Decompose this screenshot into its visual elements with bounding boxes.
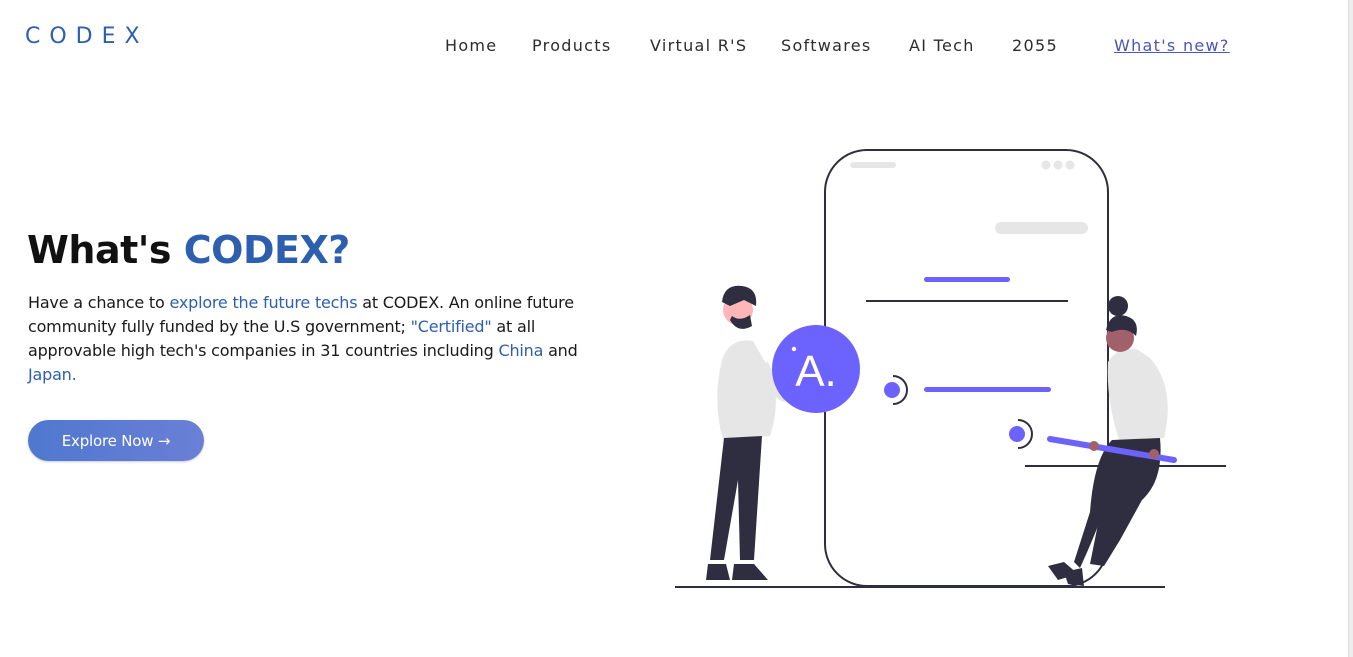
phone-dot — [1065, 160, 1075, 170]
hero-description: Have a chance to explore the future tech… — [28, 291, 588, 387]
phone-dot — [1053, 160, 1063, 170]
nav-item-virtual-rs[interactable]: Virtual R'S — [650, 36, 747, 55]
phone-grey-bar — [995, 222, 1088, 234]
nav-item-2055[interactable]: 2055 — [1012, 36, 1058, 55]
woman-shirt — [1107, 348, 1168, 442]
man-pants — [710, 436, 762, 560]
phone-notch-bar — [850, 162, 896, 168]
a-badge-text: A. — [795, 347, 837, 396]
hero-text-part: Have a chance to — [28, 293, 170, 312]
hero-highlight-future-techs: explore the future techs — [169, 293, 358, 312]
hero-highlight-japan: Japan. — [28, 365, 77, 384]
phone-accent-bar — [924, 277, 1010, 282]
hero-title: What's CODEX? — [27, 228, 350, 272]
nav-item-softwares[interactable]: Softwares — [781, 36, 872, 55]
man-shoe — [706, 564, 730, 580]
man-shirt — [717, 340, 776, 440]
hero-highlight-china: China — [498, 341, 544, 360]
phone-dot — [1041, 160, 1051, 170]
page-scrollbar[interactable] — [1348, 0, 1353, 657]
hero-highlight-certified: "Certified" — [410, 317, 492, 336]
man-shoe — [732, 564, 768, 580]
hero-illustration: A. — [675, 149, 1226, 588]
phone-radio-dot — [1009, 426, 1025, 442]
nav-item-home[interactable]: Home — [445, 36, 497, 55]
nav-whats-new-link[interactable]: What's new? — [1114, 36, 1230, 55]
nav-item-products[interactable]: Products — [532, 36, 612, 55]
codex-logo[interactable]: CODEX — [25, 24, 149, 49]
woman-hand — [1149, 449, 1159, 459]
explore-now-button[interactable]: Explore Now → — [28, 420, 204, 461]
hero-title-main: What's — [27, 228, 184, 272]
hero-text-part: and — [543, 341, 578, 360]
nav-item-ai-tech[interactable]: AI Tech — [909, 36, 975, 55]
woman-hand — [1089, 441, 1099, 451]
phone-radio-dot — [884, 382, 900, 398]
hero-title-accent: CODEX? — [183, 228, 351, 272]
woman-hair-bun — [1108, 296, 1128, 316]
a-badge-dot — [791, 346, 797, 352]
phone-outline — [824, 149, 1109, 587]
phone-accent-bar — [924, 387, 1051, 392]
